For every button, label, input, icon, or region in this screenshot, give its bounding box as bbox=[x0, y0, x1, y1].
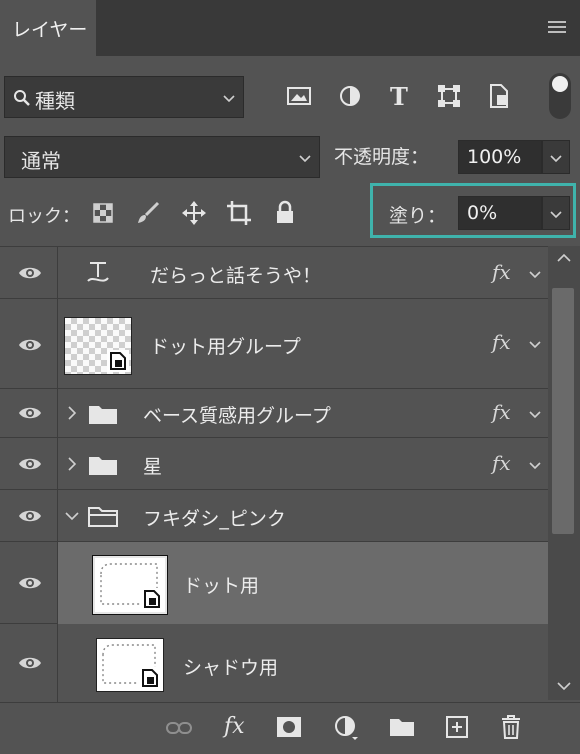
folder-icon bbox=[89, 406, 117, 424]
filter-toggle[interactable] bbox=[549, 73, 571, 119]
folder-icon bbox=[89, 457, 117, 475]
fx-icon[interactable]: fx bbox=[492, 330, 511, 354]
opacity-label: 不透明度： bbox=[334, 146, 430, 168]
lock-transparent-icon[interactable] bbox=[93, 203, 113, 223]
lock-brush-icon[interactable] bbox=[136, 201, 160, 225]
filter-kind-label: 種類 bbox=[35, 89, 75, 113]
chevron-down-icon[interactable] bbox=[527, 336, 543, 352]
layer-name[interactable]: シャドウ用 bbox=[183, 653, 278, 680]
fx-icon[interactable]: fx bbox=[224, 714, 245, 739]
layer-thumbnail bbox=[92, 555, 168, 615]
eye-icon bbox=[19, 577, 41, 589]
visibility-toggle[interactable] bbox=[0, 490, 58, 541]
layer-row[interactable]: ドット用グループ fx bbox=[0, 299, 548, 389]
layer-row[interactable]: だらっと話そうや！ fx bbox=[0, 247, 548, 299]
scroll-down-icon[interactable] bbox=[556, 680, 572, 692]
eye-icon bbox=[19, 407, 41, 419]
chevron-down-icon[interactable] bbox=[527, 406, 543, 422]
layer-name[interactable]: だらっと話そうや！ bbox=[150, 261, 321, 288]
smartobject-filter-icon[interactable] bbox=[488, 83, 510, 109]
layer-row-selected[interactable]: ドット用 bbox=[0, 542, 548, 624]
folder-open-icon bbox=[88, 507, 118, 527]
eye-icon bbox=[19, 510, 41, 522]
layer-thumbnail bbox=[96, 638, 164, 692]
lock-label: ロック： bbox=[8, 206, 80, 227]
tab-layers[interactable]: レイヤー bbox=[0, 0, 96, 56]
new-layer-icon[interactable] bbox=[445, 715, 469, 739]
visibility-toggle[interactable] bbox=[0, 542, 58, 623]
fill-highlight-frame bbox=[370, 183, 576, 238]
new-group-icon[interactable] bbox=[389, 717, 415, 737]
lock-artboard-icon[interactable] bbox=[226, 200, 252, 226]
chevron-down-icon[interactable] bbox=[64, 510, 80, 522]
shape-filter-icon[interactable] bbox=[437, 84, 461, 108]
chevron-right-icon[interactable] bbox=[66, 405, 78, 421]
eye-icon bbox=[19, 458, 41, 470]
scrollbar-thumb[interactable] bbox=[552, 288, 574, 534]
layer-name[interactable]: ドット用グループ bbox=[150, 332, 301, 359]
fx-icon[interactable]: fx bbox=[492, 400, 511, 424]
adjustment-filter-icon[interactable] bbox=[339, 85, 361, 107]
chevron-down-icon[interactable] bbox=[527, 457, 543, 473]
eye-icon bbox=[19, 339, 41, 351]
type-filter-icon[interactable]: T bbox=[390, 82, 408, 111]
trash-icon[interactable] bbox=[500, 714, 522, 740]
opacity-input[interactable]: 100% bbox=[458, 140, 542, 174]
opacity-dropdown[interactable] bbox=[542, 140, 570, 174]
layer-row[interactable]: シャドウ用 bbox=[0, 624, 548, 702]
layer-name[interactable]: フキダシ_ピンク bbox=[143, 504, 286, 531]
chevron-down-icon bbox=[299, 155, 311, 163]
mask-icon[interactable] bbox=[276, 716, 302, 738]
layer-thumbnail bbox=[64, 317, 132, 375]
chevron-right-icon[interactable] bbox=[66, 456, 78, 472]
chevron-down-icon[interactable] bbox=[527, 266, 543, 282]
chevron-down-icon bbox=[550, 155, 562, 163]
tab-layers-label: レイヤー bbox=[12, 19, 88, 41]
blend-mode-label: 通常 bbox=[21, 149, 61, 173]
eye-icon bbox=[19, 267, 41, 279]
text-layer-icon bbox=[87, 262, 109, 282]
visibility-toggle[interactable] bbox=[0, 389, 58, 437]
lock-move-icon[interactable] bbox=[181, 200, 207, 226]
chevron-down-icon bbox=[223, 95, 235, 103]
layer-row[interactable]: フキダシ_ピンク bbox=[0, 490, 548, 542]
eye-icon bbox=[19, 657, 41, 669]
visibility-toggle[interactable] bbox=[0, 438, 58, 489]
image-filter-icon[interactable] bbox=[287, 85, 311, 107]
smartobject-badge-icon bbox=[139, 667, 161, 689]
layer-row[interactable]: 星 fx bbox=[0, 438, 548, 490]
search-icon bbox=[14, 90, 30, 106]
link-icon[interactable] bbox=[165, 719, 193, 737]
smartobject-badge-icon bbox=[107, 350, 129, 372]
hamburger-menu-icon[interactable] bbox=[548, 21, 566, 34]
visibility-toggle[interactable] bbox=[0, 299, 58, 388]
smartobject-badge-icon bbox=[141, 588, 163, 610]
visibility-toggle[interactable] bbox=[0, 247, 58, 298]
layer-name[interactable]: 星 bbox=[143, 452, 162, 479]
visibility-toggle[interactable] bbox=[0, 624, 58, 702]
lock-all-icon[interactable] bbox=[275, 200, 295, 224]
fx-icon[interactable]: fx bbox=[492, 451, 511, 475]
blend-mode-select[interactable]: 通常 bbox=[4, 136, 320, 178]
scroll-up-icon[interactable] bbox=[556, 252, 572, 264]
filter-kind-select[interactable]: 種類 bbox=[4, 76, 244, 118]
layer-name[interactable]: ドット用 bbox=[183, 571, 259, 598]
layer-row[interactable]: ベース質感用グループ fx bbox=[0, 389, 548, 438]
adjustment-icon[interactable] bbox=[334, 715, 360, 741]
fx-icon[interactable]: fx bbox=[492, 260, 511, 284]
layer-name[interactable]: ベース質感用グループ bbox=[143, 401, 331, 428]
